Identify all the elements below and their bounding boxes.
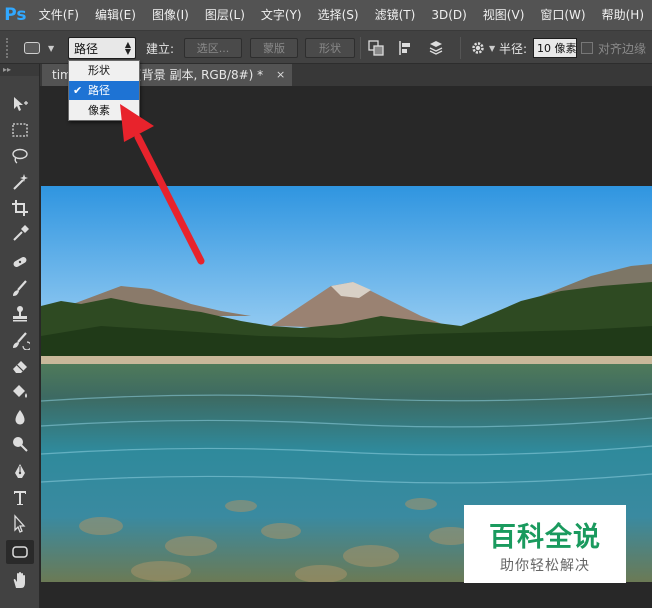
menu-file[interactable]: 文件(F) bbox=[31, 0, 87, 30]
watermark: 百科全说 助你轻松解决 bbox=[464, 505, 626, 583]
menu-bar: Ps 文件(F) 编辑(E) 图像(I) 图层(L) 文字(Y) 选择(S) 滤… bbox=[0, 0, 652, 30]
eraser-tool-icon[interactable] bbox=[6, 354, 34, 378]
menu-type[interactable]: 文字(Y) bbox=[253, 0, 310, 30]
menu-window[interactable]: 窗口(W) bbox=[532, 0, 593, 30]
type-tool-icon[interactable] bbox=[6, 486, 34, 510]
chevron-down-icon: ▼ bbox=[48, 43, 55, 53]
radius-label: 半径: bbox=[499, 41, 528, 56]
menu-view[interactable]: 视图(V) bbox=[475, 0, 533, 30]
align-edges-label: 对齐边缘 bbox=[598, 41, 647, 56]
crop-tool-icon[interactable] bbox=[6, 196, 34, 220]
brush-tool-icon[interactable] bbox=[6, 276, 34, 300]
photoshop-logo: Ps bbox=[4, 5, 27, 25]
magic-wand-tool-icon[interactable] bbox=[6, 170, 34, 194]
menu-image[interactable]: 图像(I) bbox=[144, 0, 197, 30]
watermark-title: 百科全说 bbox=[489, 522, 601, 553]
watermark-subtitle: 助你轻松解决 bbox=[500, 558, 590, 574]
document-tab-title: % (背景 副本, RGB/8#) * bbox=[121, 68, 264, 82]
tools-panel: ▸▸ bbox=[0, 64, 40, 608]
healing-brush-tool-icon[interactable] bbox=[6, 250, 34, 274]
marquee-tool-icon[interactable] bbox=[6, 118, 34, 142]
hand-tool-icon[interactable] bbox=[6, 568, 34, 592]
radius-input[interactable]: 10 像素 bbox=[533, 38, 577, 58]
rounded-rectangle-tool-icon[interactable] bbox=[6, 540, 34, 564]
mask-button[interactable]: 蒙版 bbox=[250, 38, 298, 58]
build-label: 建立: bbox=[146, 41, 175, 56]
menu-help[interactable]: 帮助(H) bbox=[594, 0, 652, 30]
path-arrangement-icon[interactable] bbox=[426, 38, 446, 58]
gear-icon[interactable] bbox=[468, 38, 488, 58]
path-alignment-icon[interactable] bbox=[396, 38, 416, 58]
dodge-tool-icon[interactable] bbox=[6, 432, 34, 456]
options-grip[interactable] bbox=[6, 31, 12, 65]
tool-mode-select[interactable]: 路径 ▲ ▼ bbox=[68, 37, 136, 59]
rounded-rectangle-preset-icon bbox=[24, 42, 40, 54]
pen-tool-icon[interactable] bbox=[6, 460, 34, 484]
mode-option-path[interactable]: ✔ 路径 bbox=[69, 81, 139, 100]
menu-layer[interactable]: 图层(L) bbox=[197, 0, 253, 30]
lasso-tool-icon[interactable] bbox=[6, 144, 34, 168]
close-icon[interactable]: × bbox=[276, 64, 285, 86]
tool-mode-dropdown: 形状 ✔ 路径 像素 bbox=[68, 60, 140, 121]
clone-stamp-tool-icon[interactable] bbox=[6, 302, 34, 326]
chevron-down-icon: ▼ bbox=[489, 43, 496, 53]
menu-3d[interactable]: 3D(D) bbox=[423, 0, 474, 30]
path-operations-icon[interactable] bbox=[366, 38, 386, 58]
checkmark-icon: ✔ bbox=[73, 84, 83, 97]
history-brush-tool-icon[interactable] bbox=[6, 328, 34, 352]
eyedropper-tool-icon[interactable] bbox=[6, 222, 34, 246]
options-bar: ▼ 路径 ▲ ▼ 建立: 选区... 蒙版 形状 ▼ 半径: 10 像素 对齐边缘 bbox=[0, 30, 652, 64]
shape-button[interactable]: 形状 bbox=[305, 38, 355, 58]
updown-arrows-icon: ▲ ▼ bbox=[124, 40, 131, 56]
selection-button[interactable]: 选区... bbox=[184, 38, 242, 58]
tool-preset-picker[interactable]: ▼ bbox=[24, 31, 54, 65]
menu-edit[interactable]: 编辑(E) bbox=[87, 0, 144, 30]
tool-mode-value: 路径 bbox=[74, 41, 99, 56]
menu-select[interactable]: 选择(S) bbox=[310, 0, 367, 30]
paint-bucket-tool-icon[interactable] bbox=[6, 380, 34, 404]
mode-option-shape[interactable]: 形状 bbox=[69, 61, 139, 80]
mode-option-pixels[interactable]: 像素 bbox=[69, 101, 139, 120]
blur-tool-icon[interactable] bbox=[6, 406, 34, 430]
move-tool-icon[interactable] bbox=[6, 92, 34, 116]
align-edges-checkbox[interactable] bbox=[581, 42, 593, 54]
menu-filter[interactable]: 滤镜(T) bbox=[367, 0, 424, 30]
tools-panel-collapse[interactable]: ▸▸ bbox=[0, 64, 39, 76]
path-selection-tool-icon[interactable] bbox=[6, 512, 34, 536]
